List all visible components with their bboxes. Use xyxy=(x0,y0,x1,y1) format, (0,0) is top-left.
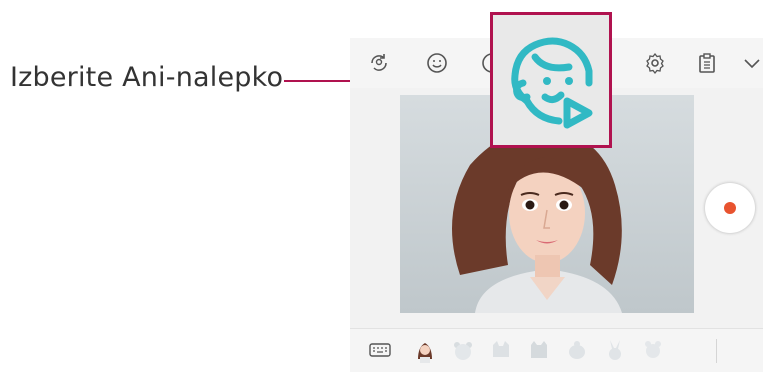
record-button[interactable] xyxy=(705,183,755,233)
switch-camera-icon[interactable] xyxy=(367,51,391,75)
owl-sticker[interactable] xyxy=(602,337,628,363)
bear-sticker[interactable] xyxy=(450,337,476,363)
emoji-icon[interactable] xyxy=(425,51,449,75)
chevron-down-icon[interactable] xyxy=(740,51,763,75)
bird-sticker[interactable] xyxy=(564,337,590,363)
bunny-sticker[interactable] xyxy=(640,337,666,363)
cat-sticker[interactable] xyxy=(488,337,514,363)
avatar-sticker[interactable] xyxy=(412,337,438,363)
sticker-bar-divider xyxy=(716,339,717,363)
ani-sticker-zoom-callout xyxy=(490,12,612,148)
settings-icon[interactable] xyxy=(643,51,667,75)
keyboard-icon[interactable] xyxy=(367,337,393,363)
sticker-bar xyxy=(350,328,763,372)
cat-sticker-2[interactable] xyxy=(526,337,552,363)
callout-label: Izberite Ani-nalepko xyxy=(10,62,284,93)
clipboard-icon[interactable] xyxy=(695,51,719,75)
ani-sticker-icon xyxy=(511,37,593,129)
